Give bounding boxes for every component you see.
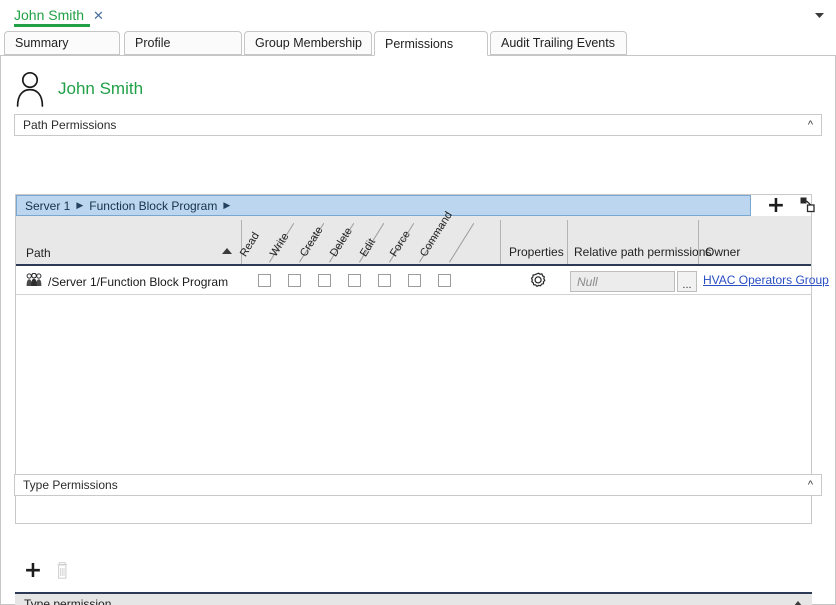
triangle-right-icon: ▶	[223, 200, 231, 210]
type-permission-grid-header[interactable]: Type permission	[15, 592, 812, 605]
add-type-permission-button[interactable]: +	[21, 558, 45, 584]
gear-icon[interactable]	[529, 272, 548, 294]
linked-nodes-icon	[799, 196, 816, 216]
row-path-label: /Server 1/Function Block Program	[48, 274, 229, 289]
column-header-force[interactable]: Force	[388, 229, 413, 259]
chevron-up-icon[interactable]: ^	[808, 479, 813, 491]
close-icon[interactable]: ✕	[91, 9, 106, 22]
column-divider	[500, 220, 501, 264]
document-tabstrip: John Smith ✕	[0, 0, 836, 29]
breadcrumb-item-server-1[interactable]: Server 1	[25, 199, 70, 213]
relative-path-permissions-input[interactable]: Null	[570, 271, 675, 292]
type-permission-grid-header-label: Type permission	[24, 596, 112, 605]
checkbox-force[interactable]	[408, 274, 421, 287]
tab-summary[interactable]: Summary	[4, 31, 120, 55]
type-permissions-section-header[interactable]: Type Permissions ^	[14, 474, 822, 496]
plus-icon: +	[23, 558, 43, 583]
document-tab-active-underline	[14, 24, 90, 27]
path-permissions-section-title: Path Permissions	[23, 118, 117, 132]
breadcrumb-item-function-block-program[interactable]: Function Block Program	[89, 199, 217, 213]
document-tab-john-smith[interactable]: John Smith ✕	[14, 4, 106, 26]
table-row[interactable]: /Server 1/Function Block Program Null ..…	[16, 268, 829, 295]
grid-header-row: Path Read Write Create Delete Edit Force…	[16, 210, 811, 266]
plus-icon: +	[766, 193, 786, 218]
column-header-relative-path-permissions[interactable]: Relative path permissions	[574, 245, 711, 259]
delete-type-permission-button	[51, 560, 73, 584]
column-header-command[interactable]: Command	[418, 210, 455, 259]
browse-relative-path-button[interactable]: ...	[677, 271, 697, 292]
column-divider	[449, 222, 475, 263]
user-header: John Smith	[14, 70, 143, 108]
trash-icon	[55, 561, 70, 583]
page-title: John Smith	[58, 79, 144, 98]
column-header-edit[interactable]: Edit	[358, 237, 378, 259]
sort-ascending-icon[interactable]	[222, 248, 232, 254]
triangle-right-icon: ▶	[76, 200, 84, 210]
tab-permissions[interactable]: Permissions	[374, 31, 488, 56]
column-header-delete[interactable]: Delete	[328, 226, 355, 259]
chevron-down-icon[interactable]	[812, 8, 826, 22]
document-tab-label: John Smith	[14, 7, 85, 23]
user-avatar-icon	[14, 70, 46, 108]
user-group-icon	[26, 272, 42, 290]
page-body: John Smith Path Permissions ^ Server 1 ▶…	[0, 56, 836, 605]
column-divider	[698, 220, 699, 264]
type-permissions-section-title: Type Permissions	[23, 478, 118, 492]
path-permissions-section-header[interactable]: Path Permissions ^	[14, 114, 822, 136]
checkbox-edit[interactable]	[378, 274, 391, 287]
checkbox-create[interactable]	[318, 274, 331, 287]
triangle-up-icon[interactable]	[793, 600, 803, 605]
column-divider	[241, 220, 242, 264]
chevron-up-icon[interactable]: ^	[808, 119, 813, 131]
checkbox-write[interactable]	[288, 274, 301, 287]
column-header-create[interactable]: Create	[298, 225, 326, 259]
permissions-page: John Smith ✕ Summary Profile Group Membe…	[0, 0, 836, 605]
column-header-write[interactable]: Write	[268, 231, 292, 259]
column-header-path[interactable]: Path	[26, 246, 51, 260]
checkbox-read[interactable]	[258, 274, 271, 287]
tab-profile[interactable]: Profile	[124, 31, 242, 55]
column-header-owner[interactable]: Owner	[705, 245, 740, 259]
type-permissions-toolbar: +	[15, 556, 75, 586]
column-header-properties[interactable]: Properties	[509, 245, 564, 259]
main-tab-row: Summary Profile Group Membership Permiss…	[0, 31, 836, 56]
column-divider	[567, 220, 568, 264]
row-path-cell: /Server 1/Function Block Program	[26, 272, 229, 290]
checkbox-command[interactable]	[438, 274, 451, 287]
owner-link[interactable]: HVAC Operators Group	[703, 273, 829, 287]
checkbox-delete[interactable]	[348, 274, 361, 287]
browse-nodes-button[interactable]	[795, 196, 819, 216]
tab-group-membership[interactable]: Group Membership	[244, 31, 372, 55]
add-path-permission-button[interactable]: +	[764, 193, 788, 218]
breadcrumb[interactable]: Server 1 ▶ Function Block Program ▶	[16, 195, 751, 216]
tab-audit-trailing-events[interactable]: Audit Trailing Events	[490, 31, 627, 55]
